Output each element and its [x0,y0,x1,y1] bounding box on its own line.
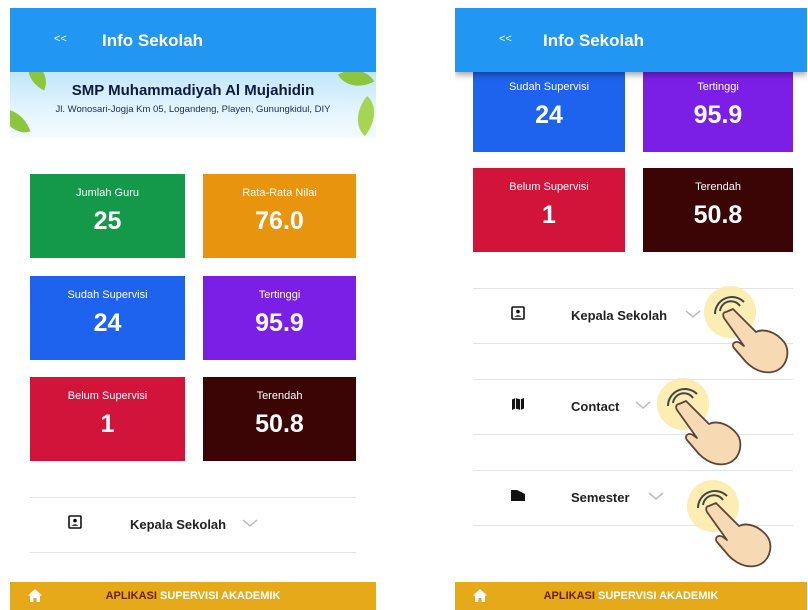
card-terendah: Terendah 50.8 [203,377,356,461]
left-phone-screen: << Info Sekolah SMP Muhammadiyah Al Muja… [10,8,376,610]
right-phone-screen: << Info Sekolah Sudah Supervisi 24 Terti… [455,8,807,610]
leaf-decoration [346,96,376,136]
tap-hand-icon [657,378,742,466]
card-value: 95.9 [255,309,304,337]
app-bar: << Info Sekolah [10,8,376,72]
tap-hand-icon [687,480,772,568]
app-name: APLIKASI SUPERVISI AKADEMIK [455,590,807,602]
folder-icon [511,488,525,506]
card-value: 50.8 [255,410,304,438]
card-label: Belum Supervisi [509,181,589,193]
card-rata-rata-nilai: Rata-Rata Nilai 76.0 [203,174,356,258]
tap-hand-icon [704,286,789,374]
school-banner: SMP Muhammadiyah Al Mujahidin Jl. Wonosa… [10,72,376,138]
chevron-down-icon[interactable] [648,488,664,506]
chevron-down-icon[interactable] [685,306,701,324]
card-value: 1 [542,201,556,229]
card-label: Tertinggi [258,289,301,301]
card-label: Jumlah Guru [76,187,139,199]
row-label: Semester [571,490,630,505]
school-name: SMP Muhammadiyah Al Mujahidin [71,82,315,99]
chevron-down-icon[interactable] [242,515,258,533]
row-label: Contact [571,399,620,414]
app-bar: << Info Sekolah [455,8,807,72]
app-name-part2: SUPERVISI AKADEMIK [597,590,719,602]
bottom-bar: APLIKASI SUPERVISI AKADEMIK [10,582,376,610]
row-label: Kepala Sekolah [571,308,668,323]
card-value: 76.0 [255,207,304,235]
card-value: 50.8 [693,201,743,229]
card-label: Sudah Supervisi [508,81,590,93]
card-value: 1 [100,410,115,438]
card-label: Terendah [695,181,741,193]
card-label: Terendah [256,390,303,402]
person-badge-icon [68,515,82,534]
app-name-part2: SUPERVISI AKADEMIK [159,590,281,602]
app-name-part1: APLIKASI [105,590,157,602]
card-sudah-supervisi: Sudah Supervisi 24 [30,276,185,360]
card-tertinggi: Tertinggi 95.9 [203,276,356,360]
card-label: Sudah Supervisi [67,289,148,301]
card-belum-supervisi: Belum Supervisi 1 [473,168,625,252]
bottom-bar: APLIKASI SUPERVISI AKADEMIK [455,582,807,610]
card-value: 25 [93,207,122,235]
row-label: Kepala Sekolah [130,517,227,532]
card-terendah: Terendah 50.8 [643,168,793,252]
school-address: Jl. Wonosari-Jogja Km 05, Logandeng, Pla… [55,104,331,115]
card-label: Belum Supervisi [67,390,148,402]
chevron-down-icon[interactable] [635,397,651,415]
card-value: 24 [535,101,563,129]
app-name: APLIKASI SUPERVISI AKADEMIK [10,590,376,602]
page-title: Info Sekolah [102,31,204,50]
app-name-part1: APLIKASI [543,590,595,602]
back-button[interactable]: << [499,33,512,45]
card-belum-supervisi: Belum Supervisi 1 [30,377,185,461]
map-icon [511,397,525,416]
back-button[interactable]: << [54,33,67,45]
page-title: Info Sekolah [543,31,645,50]
person-badge-icon [511,306,525,325]
card-value: 24 [93,309,122,337]
card-value: 95.9 [693,101,743,129]
row-kepala-sekolah[interactable]: Kepala Sekolah [30,497,356,553]
card-sudah-supervisi: Sudah Supervisi 24 [473,72,625,152]
card-jumlah-guru: Jumlah Guru 25 [30,174,185,258]
card-label: Tertinggi [697,81,739,93]
card-label: Rata-Rata Nilai [242,187,317,199]
card-tertinggi: Tertinggi 95.9 [643,72,793,152]
